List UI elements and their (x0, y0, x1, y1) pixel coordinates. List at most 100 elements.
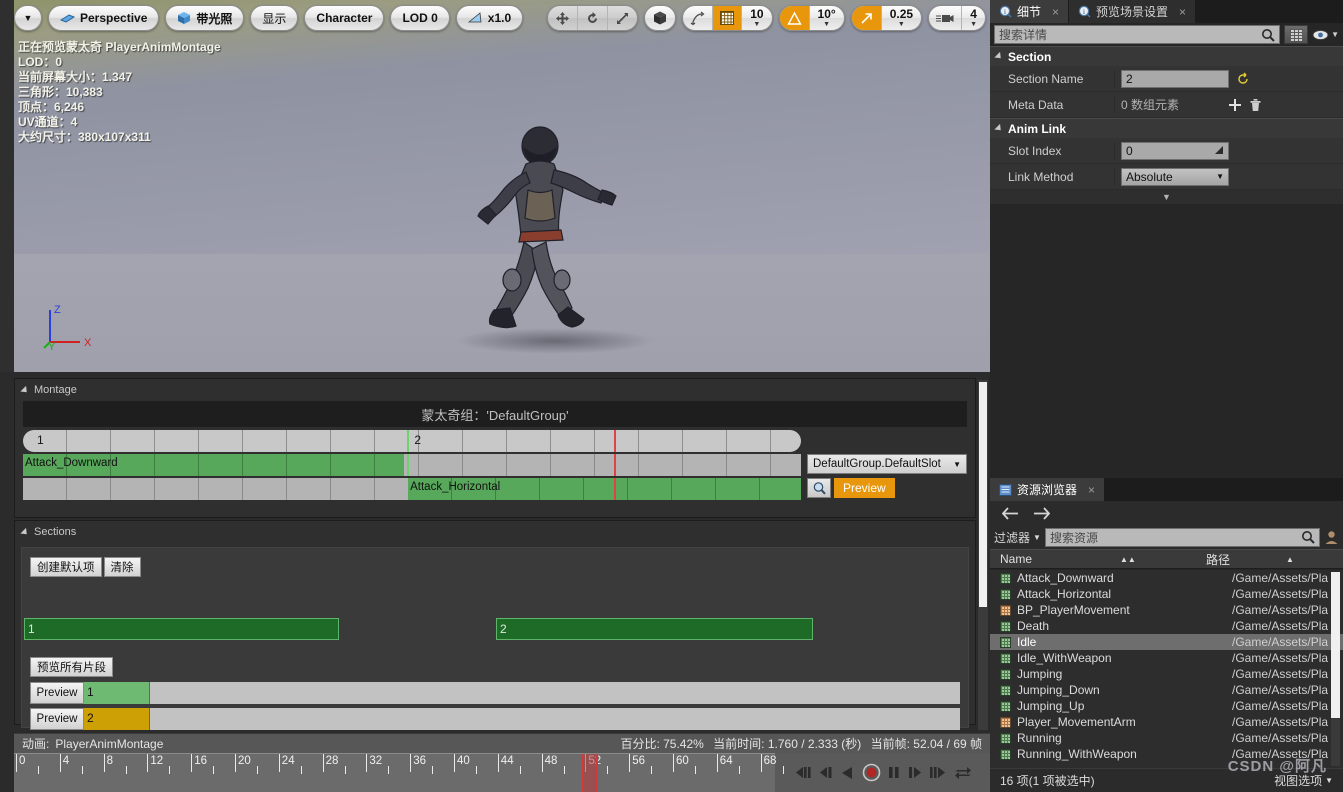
gizmo-y-label: Y (48, 341, 56, 350)
clear-sections-button[interactable]: 清除 (103, 557, 141, 577)
section-marker-bar[interactable]: 1 2 (23, 430, 801, 452)
timeline-playhead[interactable] (582, 754, 599, 792)
back-arrow-icon[interactable] (1002, 506, 1019, 520)
world-space-cell[interactable] (645, 6, 675, 30)
scale-snap-toggle[interactable] (851, 6, 882, 30)
rotation-snap-value-button[interactable]: 10° ▼ (810, 6, 844, 30)
scale-tool-button[interactable] (608, 6, 638, 30)
column-header-path[interactable]: 路径 ▲ (1206, 551, 1343, 568)
camera-speed-button[interactable] (929, 6, 963, 30)
preview-button[interactable]: Preview (834, 478, 895, 498)
lit-mode-button[interactable]: 带光照 (165, 5, 245, 31)
section-playhead[interactable] (614, 430, 617, 452)
asset-search-input[interactable]: 搜索资源 (1044, 527, 1320, 547)
playback-speed-button[interactable]: x1.0 (455, 5, 524, 31)
create-default-button[interactable]: 创建默认项 (30, 557, 102, 577)
section-name-input[interactable]: 2 (1121, 69, 1229, 88)
coordinate-system-button[interactable] (644, 5, 677, 31)
slot-track-2[interactable]: Attack_Horizontal (23, 478, 801, 500)
surface-snap-button[interactable] (683, 6, 714, 30)
grid-snap-value-button[interactable]: 10 ▼ (742, 6, 771, 30)
asset-row[interactable]: BP_PlayerMovement/Game/Assets/Pla (990, 602, 1343, 618)
close-icon[interactable]: × (1052, 5, 1059, 19)
link-method-select[interactable]: Absolute ▼ (1121, 167, 1229, 186)
play-reverse-button[interactable] (840, 765, 856, 781)
step-forward-button[interactable] (907, 765, 923, 780)
track-playhead[interactable] (614, 454, 617, 476)
reset-icon[interactable] (1236, 72, 1250, 86)
asset-row[interactable]: Attack_Downward/Game/Assets/Pla (990, 570, 1343, 586)
tab-details[interactable]: i 细节 × (990, 0, 1070, 23)
loop-button[interactable] (954, 765, 972, 781)
step-forward-all-button[interactable] (929, 765, 948, 780)
details-search-input[interactable]: 搜索详情 (994, 25, 1281, 44)
tab-asset-browser[interactable]: 资源浏览器 × (990, 478, 1106, 501)
slot-index-spinner[interactable]: 0 (1121, 141, 1229, 160)
scale-snap-value-button[interactable]: 0.25 ▼ (882, 6, 921, 30)
group-header-anim-link[interactable]: Anim Link (990, 118, 1343, 138)
preview-all-sections-button[interactable]: 预览所有片段 (30, 657, 113, 677)
lane-preview-button-2[interactable]: Preview (30, 708, 84, 730)
pause-button[interactable] (887, 765, 901, 780)
anim-label: 动画: (22, 737, 50, 751)
asset-row[interactable]: Player_MovementArm/Game/Assets/Pla (990, 714, 1343, 730)
rotation-snap-toggle[interactable] (779, 6, 810, 30)
preview-magnifier-button[interactable] (807, 478, 831, 498)
asset-row[interactable]: Running_WithWeapon/Game/Assets/Pla (990, 746, 1343, 762)
viewport-options-button[interactable]: ▼ (14, 5, 42, 31)
section-block-1[interactable]: 1 (24, 618, 339, 640)
move-tool-button[interactable] (548, 6, 579, 30)
delete-icon[interactable] (1249, 98, 1262, 112)
preview-viewport[interactable]: Z X Y 正在预览蒙太奇 PlayerAnimMontage LOD：0 当前… (0, 0, 990, 372)
segment-attack-horizontal[interactable]: Attack_Horizontal (408, 478, 801, 500)
scrollbar-thumb[interactable] (979, 382, 987, 607)
segment-attack-downward[interactable]: Attack_Downward (23, 454, 405, 476)
lane-chip-1[interactable]: 1 (84, 682, 150, 704)
asset-row[interactable]: Idle_WithWeapon/Game/Assets/Pla (990, 650, 1343, 666)
asset-row[interactable]: Attack_Horizontal/Game/Assets/Pla (990, 586, 1343, 602)
asset-row[interactable]: Running/Game/Assets/Pla (990, 730, 1343, 746)
asset-row[interactable]: Death/Game/Assets/Pla (990, 618, 1343, 634)
add-icon[interactable] (1228, 98, 1242, 112)
close-icon[interactable]: × (1088, 483, 1095, 497)
camera-speed-value-button[interactable]: 4 ▼ (962, 6, 985, 30)
asset-row[interactable]: Jumping_Up/Game/Assets/Pla (990, 698, 1343, 714)
lane-preview-button-1[interactable]: Preview (30, 682, 84, 704)
perspective-button[interactable]: Perspective (48, 5, 160, 31)
group-title-anim-link: Anim Link (1008, 121, 1067, 136)
group-header-section[interactable]: Section (990, 46, 1343, 66)
tab-preview-scene-settings[interactable]: i 预览场景设置 × (1069, 0, 1197, 23)
filter-dropdown-button[interactable]: 过滤器 ▼ (994, 529, 1041, 546)
step-back-all-button[interactable] (793, 765, 812, 780)
details-view-options-button[interactable]: ▼ (1312, 29, 1339, 41)
timeline-ruler[interactable]: 048121620242832364044485256606468 (14, 753, 784, 792)
rotate-tool-button[interactable] (578, 6, 609, 30)
slot-name-dropdown[interactable]: DefaultGroup.DefaultSlot ▼ (807, 454, 967, 474)
lod-menu-button[interactable]: LOD 0 (390, 5, 450, 31)
asset-row[interactable]: Jumping_Down/Game/Assets/Pla (990, 682, 1343, 698)
montage-panel-header[interactable]: Montage (15, 379, 975, 401)
step-back-button[interactable] (818, 765, 834, 780)
forward-arrow-icon[interactable] (1033, 506, 1050, 520)
track-playhead[interactable] (614, 478, 617, 500)
asset-row[interactable]: Idle/Game/Assets/Pla (990, 634, 1343, 650)
slot-track-1[interactable]: Attack_Downward (23, 454, 801, 476)
asset-row[interactable]: Jumping/Game/Assets/Pla (990, 666, 1343, 682)
scrollbar-thumb[interactable] (1331, 572, 1340, 718)
close-icon[interactable]: × (1179, 5, 1186, 19)
montage-area-scrollbar[interactable] (978, 380, 988, 730)
record-button[interactable] (862, 763, 881, 782)
user-filter-icon[interactable] (1324, 530, 1339, 545)
details-expand-more-button[interactable]: ▼ (990, 190, 1343, 204)
asset-list[interactable]: Attack_Downward/Game/Assets/Pla Attack_Ho… (990, 570, 1343, 768)
sections-panel-header[interactable]: Sections (15, 521, 975, 543)
character-menu-button[interactable]: Character (304, 5, 385, 31)
asset-view-options-button[interactable]: 视图选项 ▼ (1274, 772, 1333, 789)
details-grid-view-button[interactable] (1284, 25, 1309, 44)
grid-snap-toggle[interactable] (713, 6, 743, 30)
column-header-name[interactable]: Name ▲▲ (990, 552, 1206, 566)
lane-chip-2[interactable]: 2 (84, 708, 150, 730)
show-menu-button[interactable]: 显示 (250, 5, 299, 31)
section-block-2[interactable]: 2 (496, 618, 813, 640)
asset-list-scrollbar[interactable] (1331, 572, 1340, 766)
